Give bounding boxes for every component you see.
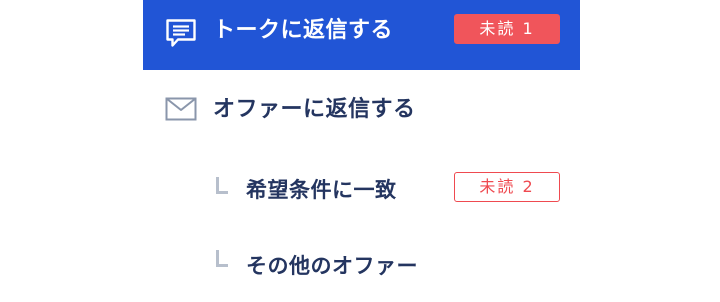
- unread-badge-offer-match: 未読 2: [454, 172, 560, 202]
- chat-icon: [166, 19, 196, 47]
- menu-item-offer-reply-label: オファーに返信する: [213, 97, 416, 122]
- menu-item-talk-reply[interactable]: トークに返信する 未読 1: [143, 0, 580, 70]
- submenu-item-offer-other[interactable]: その他のオファー: [143, 232, 580, 302]
- unread-badge-talk: 未読 1: [454, 14, 560, 44]
- menu-item-talk-reply-label: トークに返信する: [213, 18, 394, 43]
- menu-item-offer-reply[interactable]: オファーに返信する: [143, 72, 580, 144]
- submenu-item-offer-match[interactable]: 希望条件に一致 未読 2: [143, 152, 580, 224]
- message-menu: トークに返信する 未読 1 オファーに返信する 希望条件に一致 未読 2 その他…: [143, 0, 580, 302]
- mail-icon: [165, 97, 197, 121]
- submenu-item-offer-other-label: その他のオファー: [246, 254, 418, 278]
- submenu-item-offer-match-label: 希望条件に一致: [246, 178, 397, 202]
- tree-branch-icon: [216, 250, 228, 267]
- tree-branch-icon: [216, 177, 228, 194]
